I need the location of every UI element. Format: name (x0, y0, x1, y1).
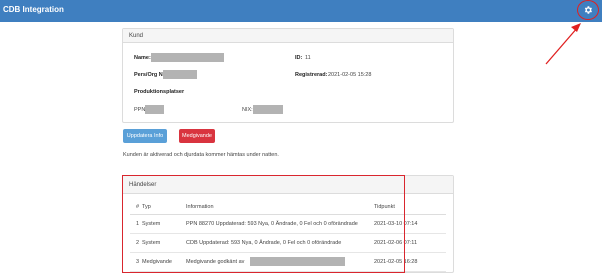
registered-label: Registrerad: (295, 72, 328, 78)
col-type: Typ (142, 200, 186, 215)
row-number: 3 (130, 252, 142, 272)
registered-value: 2021-02-05 15:28 (328, 72, 372, 78)
events-table: # Typ Information Tidpunkt 1 System PPN … (130, 200, 446, 272)
row-number: 2 (130, 233, 142, 253)
row-type: System (142, 214, 186, 234)
production-heading: Produktionsplatser (134, 89, 185, 95)
table-row: 1 System PPN 88270 Uppdaterad: 593 Nya, … (130, 214, 446, 234)
row-time: 2021-02-06 07:11 (374, 233, 446, 253)
name-redacted (151, 53, 224, 62)
customer-panel-header: Kund (123, 29, 453, 43)
row-information: Medgivande godkänt av (186, 252, 374, 272)
status-notice: Kunden är aktiverad och djurdata kommer … (123, 152, 279, 158)
approver-redacted (250, 257, 346, 266)
update-info-button[interactable]: Uppdatera Info (123, 129, 167, 143)
col-time: Tidpunkt (374, 200, 446, 215)
table-row: 3 Medgivande Medgivande godkänt av 2021-… (130, 252, 446, 272)
ppn-redacted (145, 105, 164, 114)
row-number: 1 (130, 214, 142, 234)
row-information: CDB Uppdaterad: 593 Nya, 0 Ändrade, 0 Fe… (186, 233, 374, 253)
col-number: # (130, 200, 142, 215)
nix-redacted (253, 105, 283, 114)
name-label: Name: (134, 55, 151, 61)
row-information: PPN 88270 Uppdaterad: 593 Nya, 0 Ändrade… (186, 214, 374, 234)
persorg-label: Pers/Org Nr: (134, 72, 167, 78)
events-table-header: # Typ Information Tidpunkt (130, 200, 446, 215)
persorg-redacted (163, 70, 197, 79)
row-type: System (142, 233, 186, 253)
events-panel-header: Händelser (123, 176, 453, 194)
row-time: 2021-03-10 07:14 (374, 214, 446, 234)
row-time: 2021-02-05 16:28 (374, 252, 446, 272)
id-label: ID: (295, 55, 303, 61)
table-row: 2 System CDB Uppdaterad: 593 Nya, 0 Ändr… (130, 233, 446, 253)
nix-label: NIX: (242, 107, 253, 113)
row-type: Medgivande (142, 252, 186, 272)
id-value: 11 (305, 55, 311, 61)
col-information: Information (186, 200, 374, 215)
consent-button[interactable]: Medgivande (179, 129, 215, 143)
